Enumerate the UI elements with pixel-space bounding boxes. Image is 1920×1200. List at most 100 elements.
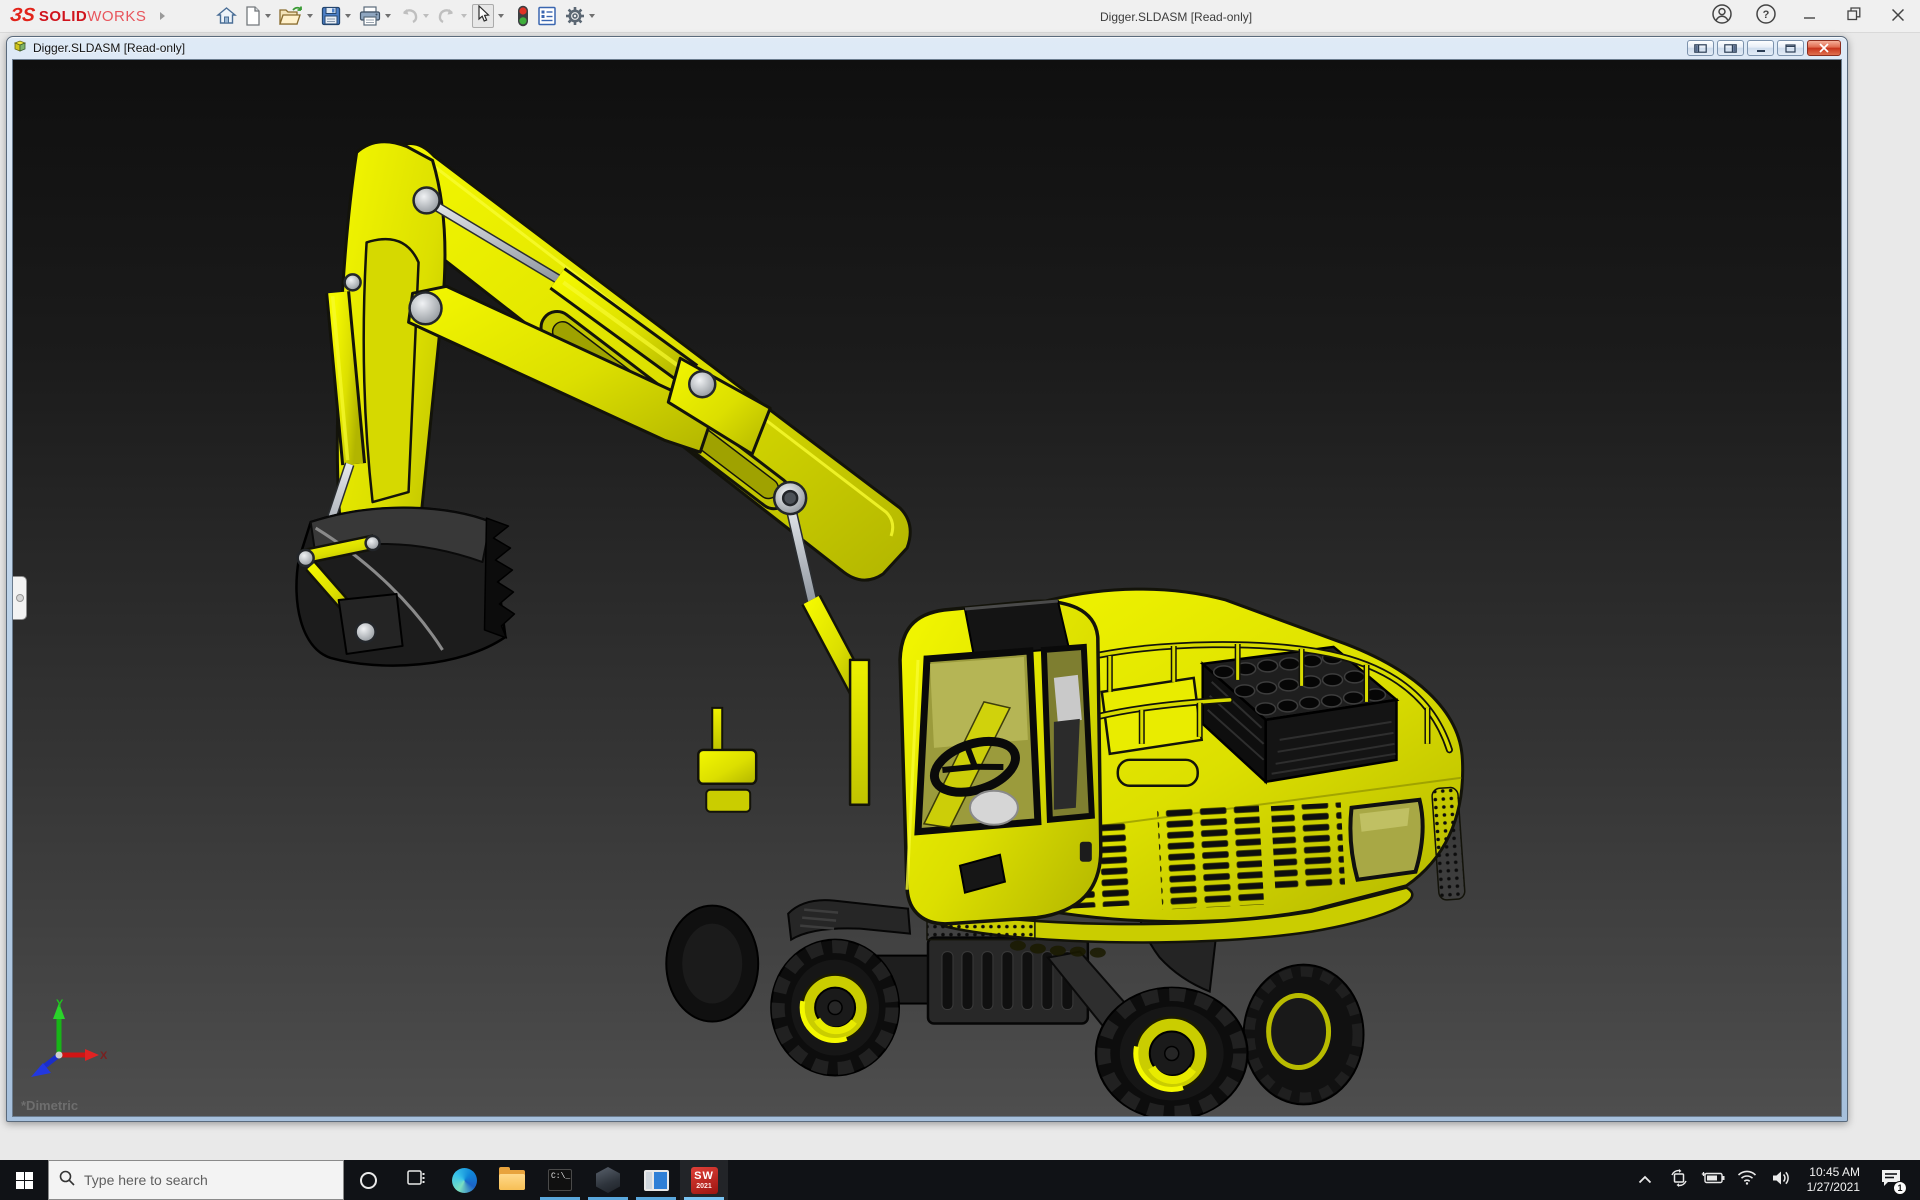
file-properties-icon (537, 6, 557, 26)
volume-icon (1771, 1170, 1791, 1191)
solidworks-2021-icon: SW 2021 (691, 1167, 718, 1194)
select-tool-button[interactable] (472, 4, 494, 28)
windows-logo-icon (16, 1172, 33, 1189)
save-icon (321, 6, 341, 26)
taskbar-file-explorer-button[interactable] (488, 1160, 536, 1200)
options-gear-icon (565, 6, 585, 26)
wheel-far-rear[interactable] (1244, 965, 1364, 1105)
select-tool-dropdown[interactable] (498, 14, 504, 18)
chevron-up-icon (1638, 1171, 1652, 1189)
tablet-rotation-icon (1669, 1168, 1689, 1193)
help-button[interactable]: ? (1744, 0, 1788, 33)
search-input[interactable] (84, 1172, 314, 1188)
triad-y-axis: Y (53, 998, 65, 1055)
task-view-icon (406, 1168, 426, 1193)
restore-button[interactable] (1832, 0, 1876, 33)
graphics-viewport[interactable]: Y X *Dimetric (12, 59, 1842, 1117)
document-titlebar[interactable]: Digger.SLDASM [Read-only] (7, 37, 1847, 59)
close-icon (1892, 8, 1904, 26)
account-button[interactable] (1700, 0, 1744, 33)
wheel-front-left[interactable] (771, 940, 899, 1076)
battery-charging-icon (1701, 1171, 1725, 1190)
taskbar-task-view-button[interactable] (392, 1160, 440, 1200)
undo-button[interactable] (396, 3, 432, 29)
excavator-model[interactable] (13, 60, 1842, 1117)
taskbar-search[interactable] (48, 1160, 344, 1200)
system-tray: 10:45 AM 1/27/2021 1 (1633, 1160, 1920, 1200)
search-icon (59, 1170, 75, 1191)
window-app-icon (644, 1170, 669, 1191)
redo-button[interactable] (434, 3, 470, 29)
options-dropdown[interactable] (589, 14, 595, 18)
close-button[interactable] (1876, 0, 1920, 33)
account-icon (1711, 3, 1733, 30)
print-dropdown[interactable] (385, 14, 391, 18)
orientation-triad: Y X (23, 995, 107, 1088)
document-window-controls (1687, 40, 1841, 56)
wheel-rear-left[interactable] (1096, 988, 1248, 1117)
save-dropdown[interactable] (345, 14, 351, 18)
cortana-icon (360, 1172, 377, 1189)
doc-minimize-button[interactable] (1747, 40, 1774, 56)
svg-text:?: ? (1763, 9, 1770, 21)
doc-maximize-button[interactable] (1777, 40, 1804, 56)
file-explorer-icon (499, 1170, 525, 1190)
taskbar-command-prompt-button[interactable]: C:\_ (536, 1160, 584, 1200)
performance-button[interactable] (514, 3, 532, 29)
svg-text:Y: Y (56, 998, 64, 1010)
taskbar-window-app-button[interactable] (632, 1160, 680, 1200)
save-button[interactable] (318, 3, 354, 29)
ds-logo-glyph: ЗS (9, 5, 36, 27)
taskbar-edge-button[interactable] (440, 1160, 488, 1200)
minimize-button[interactable] (1788, 0, 1832, 33)
open-dropdown[interactable] (307, 14, 313, 18)
new-document-dropdown[interactable] (265, 14, 271, 18)
tray-volume-button[interactable] (1769, 1160, 1793, 1200)
print-button[interactable] (356, 3, 394, 29)
wifi-icon (1737, 1170, 1757, 1190)
triad-z-axis (31, 1055, 59, 1077)
quick-access-toolbar (213, 3, 598, 29)
redo-icon (437, 7, 457, 25)
flyout-knob-icon (16, 594, 24, 602)
clock-time: 10:45 AM (1807, 1165, 1860, 1180)
options-button[interactable] (562, 3, 598, 29)
undo-dropdown[interactable] (423, 14, 429, 18)
taskbar-cortana-button[interactable] (344, 1160, 392, 1200)
excavator-arm-assembly[interactable] (296, 142, 910, 805)
restore-icon (1847, 7, 1861, 26)
start-button[interactable] (0, 1160, 48, 1200)
pane-left-button[interactable] (1687, 40, 1714, 56)
undo-icon (399, 7, 419, 25)
home-icon (216, 6, 237, 26)
new-document-button[interactable] (242, 3, 274, 29)
taskbar-hexagon-app-button[interactable] (584, 1160, 632, 1200)
tray-battery-button[interactable] (1701, 1160, 1725, 1200)
excavator-cab[interactable] (900, 601, 1101, 924)
solidworks-logo[interactable]: ЗS SOLIDWORKS (10, 5, 146, 27)
app-titlebar: ЗS SOLIDWORKS (0, 0, 1920, 33)
tray-overflow-button[interactable] (1633, 1160, 1657, 1200)
doc-close-button[interactable] (1807, 40, 1841, 56)
performance-lights-icon (517, 5, 529, 27)
taskbar-clock[interactable]: 10:45 AM 1/27/2021 (1803, 1165, 1864, 1195)
home-button[interactable] (213, 3, 240, 29)
file-properties-button[interactable] (534, 3, 560, 29)
access-steps[interactable] (698, 708, 756, 812)
menu-expand-arrow-icon[interactable] (160, 12, 165, 20)
select-arrow-icon (475, 5, 491, 28)
open-folder-icon (279, 6, 303, 26)
windows-taskbar: C:\_ SW 2021 10:45 AM (0, 1160, 1920, 1200)
tray-rotation-button[interactable] (1667, 1160, 1691, 1200)
action-center-button[interactable]: 1 (1874, 1160, 1908, 1200)
taskbar-solidworks-button[interactable]: SW 2021 (680, 1160, 728, 1200)
open-button[interactable] (276, 3, 316, 29)
notification-count-badge: 1 (1893, 1181, 1907, 1195)
pane-right-button[interactable] (1717, 40, 1744, 56)
app-client-area: Digger.SLDASM [Read-only] (0, 34, 1920, 1160)
triad-x-axis: X (59, 1049, 107, 1062)
redo-dropdown[interactable] (461, 14, 467, 18)
hexagon-app-icon (596, 1167, 620, 1193)
feature-tree-flyout-tab[interactable] (13, 576, 27, 620)
tray-network-button[interactable] (1735, 1160, 1759, 1200)
